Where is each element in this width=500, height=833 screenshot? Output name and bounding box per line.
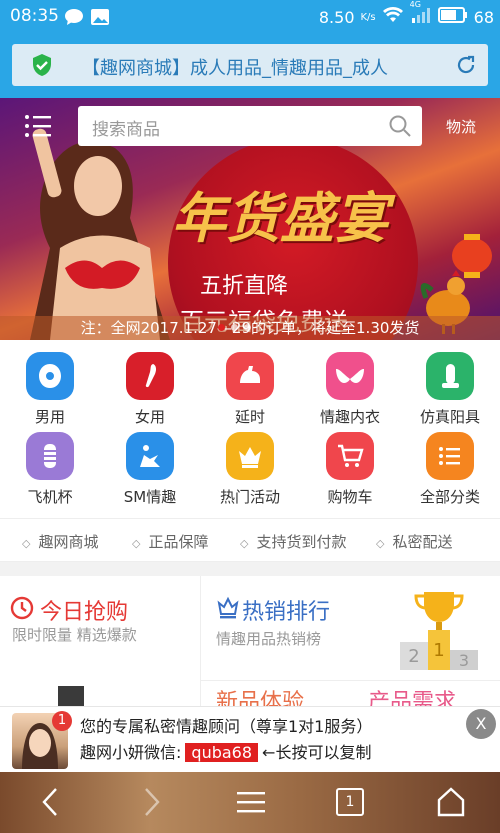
trophy-icon: 2 1 3 [400,592,478,670]
category-delay[interactable]: 延时 [200,352,300,427]
promo-panels: 今日抢购 限时限量 精选爆款 热销排行 情趣用品热销榜 2 1 3 新品体验 产… [0,576,500,715]
crown-icon [226,432,274,480]
guarantee-item: 正品保障 [132,531,208,552]
hot-ranking-title[interactable]: 热销排行 [242,594,330,626]
category-female[interactable]: 女用 [100,352,200,427]
category-label: 购物车 [327,488,373,506]
page-title: 【趣网商城】成人用品_情趣用品_成人 [82,58,388,79]
menu-icon[interactable] [24,114,52,142]
category-label: 延时 [234,408,265,426]
menu-icon[interactable] [236,790,266,818]
network-speed: 8.50 [318,7,355,27]
wechat-label: 趣网小妍微信: [80,743,182,762]
cellular-signal-icon: 4G [410,0,432,28]
forward-icon[interactable] [140,786,164,822]
copy-hint: ←长按可以复制 [262,743,372,762]
promo-banner[interactable]: 年货盛宴 五折直降 百元福袋免费送 注：全网2017.1.27—29的订单，将延… [0,98,500,340]
reload-icon[interactable] [454,53,478,81]
category-label: 仿真阳具 [419,408,480,426]
divider [200,576,201,706]
carousel-dot[interactable] [231,324,238,331]
svg-text:3: 3 [459,651,469,670]
category-events[interactable]: 热门活动 [200,432,300,507]
status-bar: 08:35 8.50 K/s 4G 68 [0,0,500,34]
category-male[interactable]: 男用 [0,352,100,427]
wifi-icon [382,6,404,28]
logistics-link[interactable]: 物流 [446,116,476,137]
list-icon [426,432,474,480]
speed-unit: K/s [360,11,376,23]
guarantee-item: 趣网商城 [22,531,98,552]
carousel-dots[interactable] [218,324,251,331]
flash-sale-title[interactable]: 今日抢购 [40,594,128,626]
model-image [30,128,170,340]
status-time: 08:35 [10,6,59,26]
guarantee-bar: 趣网商城 正品保障 支持货到付款 私密配送 [0,518,500,562]
category-cart[interactable]: 购物车 [300,432,400,507]
section-gap [0,562,500,576]
guarantee-item: 私密配送 [376,531,452,552]
category-cup[interactable]: 飞机杯 [0,432,100,507]
message-icon [64,8,84,30]
carousel-dot[interactable] [244,324,251,331]
female-icon [126,352,174,400]
svg-text:2: 2 [408,646,419,667]
sm-icon [126,432,174,480]
category-label: 男用 [34,408,65,426]
category-label: SM情趣 [123,488,177,506]
category-sm[interactable]: SM情趣 [100,432,200,507]
cup-icon [26,432,74,480]
hot-ranking-subtitle: 情趣用品热销榜 [216,630,322,648]
battery-icon [437,7,468,27]
image-icon [90,8,110,30]
lingerie-icon [326,352,374,400]
svg-text:1: 1 [433,640,444,661]
male-icon [26,352,74,400]
category-label: 热门活动 [219,488,280,506]
category-all[interactable]: 全部分类 [400,432,500,507]
cart-icon [326,432,374,480]
search-placeholder: 搜索商品 [92,120,160,140]
category-toy[interactable]: 仿真阳具 [400,352,500,427]
category-label: 情趣内衣 [319,408,380,426]
search-icon[interactable] [388,114,412,142]
clock-icon [10,596,34,624]
crown-outline-icon [216,594,240,624]
unread-badge: 1 [52,711,72,731]
advisor-line2: 趣网小妍微信: quba68 ←长按可以复制 [80,739,371,763]
battery-level: 68 [473,7,494,27]
product-thumbnail[interactable] [58,686,84,706]
category-lingerie[interactable]: 情趣内衣 [300,352,400,427]
advisor-popup[interactable]: 1 您的专属私密情趣顾问（尊享1对1服务） 趣网小妍微信: quba68 ←长按可以… [0,706,500,772]
carousel-dot-active[interactable] [218,324,225,331]
tabs-button[interactable]: 1 [336,788,364,816]
back-icon[interactable] [38,786,62,822]
close-popup-button[interactable]: X [466,709,496,739]
divider [200,680,500,681]
wechat-id[interactable]: quba68 [185,743,259,762]
site-header: 搜索商品 物流 [0,98,500,154]
browser-bottom-nav: 1 [0,772,500,833]
banner-line1: 五折直降 [200,274,289,299]
address-bar[interactable]: 【趣网商城】成人用品_情趣用品_成人 [12,44,488,86]
network-type: 4G [409,0,421,9]
flash-sale-subtitle: 限时限量 精选爆款 [12,626,137,644]
category-label: 女用 [134,408,165,426]
banner-headline: 年货盛宴 [172,186,388,250]
home-icon[interactable] [436,786,466,822]
category-label: 全部分类 [419,488,480,506]
advisor-line1: 您的专属私密情趣顾问（尊享1对1服务） [80,717,373,736]
category-label: 飞机杯 [27,488,73,506]
guarantee-item: 支持货到付款 [240,531,346,552]
toy-icon [426,352,474,400]
category-grid: 男用 女用 延时 情趣内衣 仿真阳具 飞机杯 SM情趣 热门活动 购物车 全部分… [0,340,500,516]
arm-icon [226,352,274,400]
browser-toolbar: 【趣网商城】成人用品_情趣用品_成人 [0,34,500,98]
secure-shield-icon [30,53,54,81]
search-input[interactable]: 搜索商品 [78,106,422,146]
